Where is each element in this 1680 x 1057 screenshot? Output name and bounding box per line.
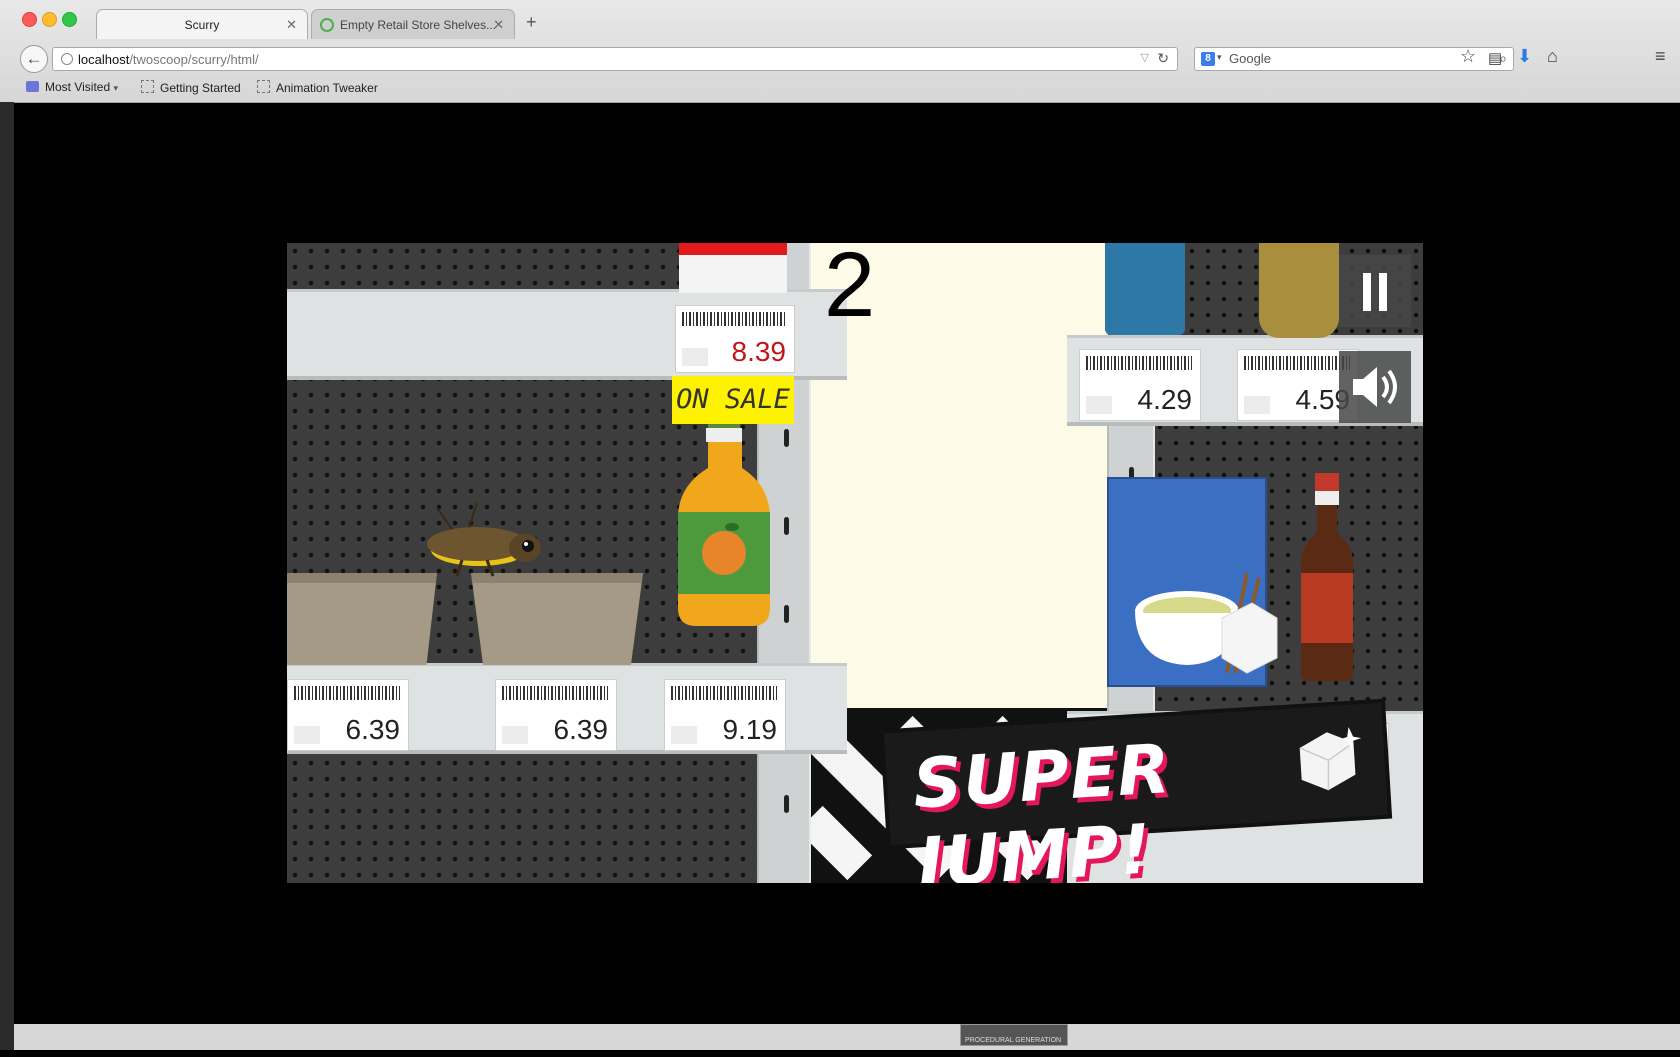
zoom-window-button[interactable] — [62, 12, 77, 27]
menu-icon[interactable]: ≡ — [1655, 46, 1666, 67]
star-icon[interactable]: ☆ — [1460, 46, 1476, 67]
favicon-icon — [320, 18, 334, 32]
sauce-bottle — [1301, 473, 1353, 681]
dock-strip — [14, 1024, 1680, 1050]
url-path: /twoscoop/scurry/html/ — [129, 52, 259, 67]
tab-empty-retail-store-shelves[interactable]: Empty Retail Store Shelves... ✕ — [311, 9, 515, 39]
chevron-down-icon: ▾ — [113, 83, 119, 93]
price-tag: 9.19 — [664, 679, 786, 751]
window-edge — [0, 102, 14, 1050]
url-text: localhost/twoscoop/scurry/html/ — [78, 52, 259, 67]
product-jar — [1259, 243, 1339, 338]
back-arrow-icon: ← — [25, 49, 43, 68]
globe-icon — [61, 53, 73, 65]
google-icon[interactable]: 8 — [1201, 52, 1215, 66]
on-sale-badge: ON SALE — [672, 376, 794, 424]
reload-icon[interactable]: ↻ — [1157, 50, 1169, 67]
reading-list-icon[interactable]: ▤ — [1488, 49, 1502, 67]
url-history-dropdown-icon[interactable]: ▽ — [1141, 51, 1149, 64]
price-value: 8.39 — [731, 336, 787, 367]
price-value: 9.19 — [722, 714, 778, 745]
price-tag: 6.39 — [495, 679, 617, 751]
speaker-icon — [1353, 367, 1397, 407]
url-bar[interactable]: localhost/twoscoop/scurry/html/ ▽ ↻ — [52, 47, 1178, 71]
product-carton — [679, 243, 787, 293]
game-canvas[interactable]: 8.39 ON SALE 4.29 4.59 6.39 6.39 9.19 2 — [287, 243, 1423, 883]
home-icon[interactable]: ⌂ — [1547, 46, 1558, 67]
price-value: 6.39 — [345, 714, 401, 745]
bookmark-getting-started[interactable]: Getting Started — [141, 80, 241, 95]
planter-box — [471, 573, 643, 665]
bookmark-most-visited[interactable]: Most Visited ▾ — [26, 80, 118, 94]
price-value: 4.29 — [1137, 384, 1193, 415]
planter-box — [287, 573, 437, 665]
minimize-window-button[interactable] — [42, 12, 57, 27]
bookmark-label: Animation Tweaker — [276, 81, 378, 95]
back-button[interactable]: ← — [20, 45, 48, 73]
search-input[interactable] — [1229, 51, 1469, 66]
bowl-and-tofu — [1135, 573, 1278, 674]
cockroach-player — [427, 502, 541, 577]
bookmark-animation-tweaker[interactable]: Animation Tweaker — [257, 80, 378, 95]
tab-close-icon[interactable]: ✕ — [286, 10, 297, 40]
price-tag: 8.39 — [675, 305, 795, 373]
folder-icon — [26, 81, 39, 92]
close-window-button[interactable] — [22, 12, 37, 27]
price-tag: 6.39 — [287, 679, 409, 751]
product-can — [1105, 243, 1185, 335]
price-value: 6.39 — [553, 714, 609, 745]
tab-title: Empty Retail Store Shelves... — [340, 18, 497, 32]
tab-scurry[interactable]: Scurry ✕ — [96, 9, 308, 39]
price-tag: 4.29 — [1079, 349, 1201, 421]
score-counter: 2 — [824, 243, 876, 336]
bookmarks-bar: Most Visited ▾ Getting Started Animation… — [0, 78, 1680, 100]
dock-thumbnail-label: PROCEDURAL GENERATION — [965, 1037, 1062, 1044]
page-icon — [141, 80, 154, 93]
sound-toggle-button[interactable] — [1339, 351, 1411, 423]
browser-chrome: Scurry ✕ Empty Retail Store Shelves... ✕… — [0, 0, 1680, 103]
tab-title: Scurry — [184, 18, 220, 32]
pause-button[interactable] — [1339, 255, 1411, 327]
juice-bottle — [678, 408, 770, 626]
download-icon[interactable]: ⬇ — [1517, 46, 1532, 67]
page-icon — [257, 80, 270, 93]
new-tab-button[interactable]: + — [526, 12, 537, 33]
url-host: localhost — [78, 52, 130, 67]
chevron-down-icon[interactable]: ▾ — [1217, 52, 1222, 63]
tab-close-icon[interactable]: ✕ — [493, 10, 504, 40]
bookmark-label: Getting Started — [160, 81, 241, 95]
tofu-cube-icon — [1299, 726, 1362, 791]
dock-thumbnail[interactable]: PROCEDURAL GENERATION — [960, 1024, 1068, 1046]
bookmark-label: Most Visited — [45, 80, 111, 94]
